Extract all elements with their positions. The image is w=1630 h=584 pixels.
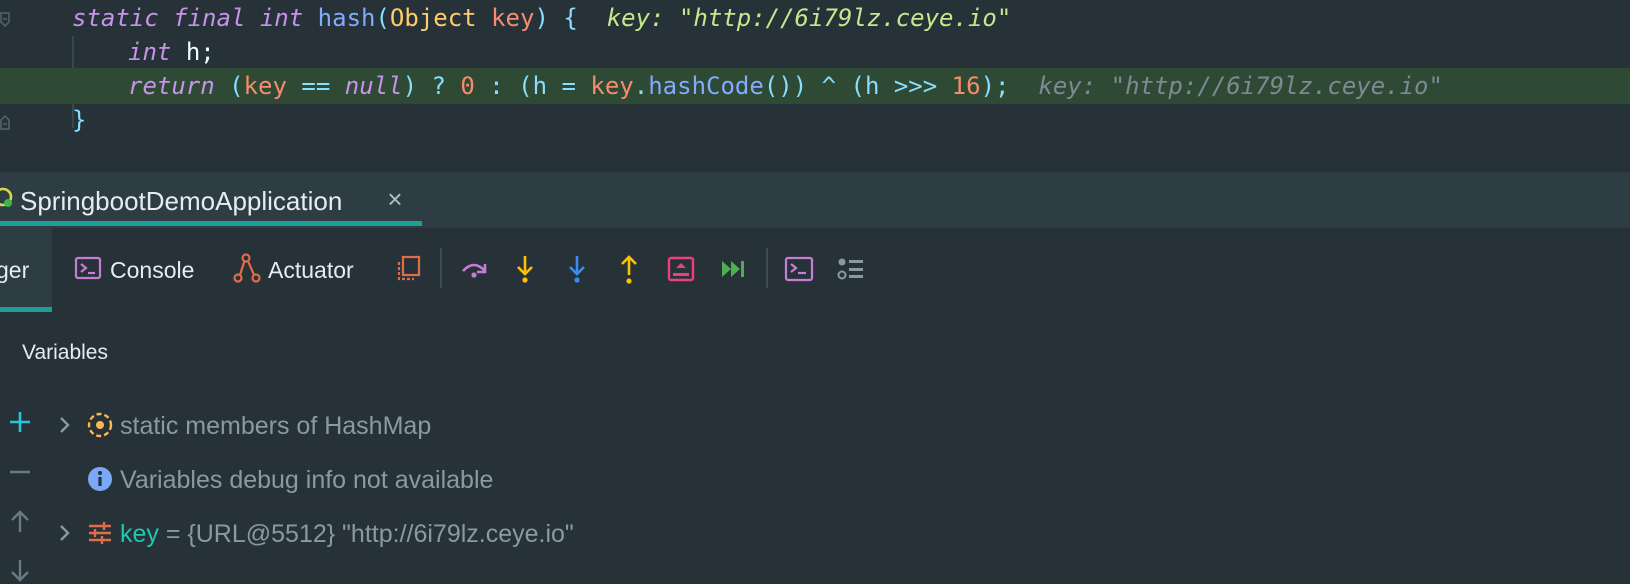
move-down-icon[interactable] — [6, 556, 34, 584]
tab-actuator[interactable]: Actuator — [232, 228, 372, 312]
run-tab-springboot-demo[interactable]: SpringbootDemoApplication × — [0, 172, 422, 228]
threads-icon[interactable] — [836, 253, 866, 285]
step-into-icon[interactable] — [510, 253, 540, 285]
step-over-icon[interactable] — [458, 253, 488, 285]
chevron-right-icon[interactable] — [56, 414, 74, 436]
inline-hint-value: "http://6i79lz.ceye.io" — [678, 4, 1012, 32]
code-line-method-signature[interactable]: static final int hash(Object key) { key:… — [0, 0, 1630, 36]
number-zero: 0 — [460, 72, 475, 100]
inline-hint-name: key: — [1038, 72, 1097, 100]
resume-icon[interactable] — [718, 253, 748, 285]
method-hashcode: hashCode — [648, 72, 764, 100]
spring-app-icon — [0, 186, 14, 208]
paren: ( — [375, 4, 390, 32]
list-item[interactable]: key = {URL@5512} "http://6i79lz.ceye.io" — [0, 514, 1000, 554]
code-line-current-execution[interactable]: return (key == null) ? 0 : (h = key.hash… — [0, 68, 1630, 104]
tab-console[interactable]: Console — [74, 228, 204, 312]
operator-colon: : (h = — [474, 72, 591, 100]
info-icon — [86, 465, 114, 493]
variables-title: Variables — [22, 341, 108, 364]
list-item[interactable]: Variables debug info not available — [0, 460, 1000, 500]
variables-panel: Variables static members of HashMap Vari… — [0, 312, 1630, 584]
tab-debugger[interactable]: ger — [0, 228, 52, 312]
statement-end: ); — [980, 72, 1010, 100]
code-line-closing-brace[interactable]: } — [0, 102, 1630, 138]
param-key: key — [590, 72, 634, 100]
variable-text: Variables debug info not available — [120, 466, 494, 494]
run-config-tabbar: SpringbootDemoApplication × — [0, 172, 1630, 228]
active-tab-indicator — [0, 221, 422, 226]
keyword-static: static — [72, 4, 159, 32]
param-key: key — [491, 4, 535, 32]
static-members-icon — [86, 411, 114, 439]
method-name: hash — [317, 4, 376, 32]
tab-console-label: Console — [110, 257, 195, 283]
variable-text: key = {URL@5512} "http://6i79lz.ceye.io" — [120, 518, 574, 550]
debugger-toolbar: ger Console Actuator — [0, 228, 1630, 312]
variable-name: key — [120, 520, 159, 548]
console-icon — [74, 254, 104, 286]
keyword-int: int — [259, 4, 304, 32]
operator-ternary: ) ? — [402, 72, 461, 100]
step-out-icon[interactable] — [614, 253, 644, 285]
force-step-into-icon[interactable] — [562, 253, 592, 285]
list-item[interactable]: static members of HashMap — [0, 406, 1000, 446]
toolbar-separator — [440, 248, 442, 288]
run-tab-label: SpringbootDemoApplication — [20, 186, 343, 216]
toolbar-separator — [766, 248, 768, 288]
variable-text: static members of HashMap — [120, 412, 432, 440]
type-object: Object — [389, 4, 477, 32]
tab-debugger-label: ger — [0, 257, 30, 283]
closing-brace: } — [72, 106, 87, 134]
actuator-icon — [232, 252, 262, 284]
run-to-cursor-icon[interactable] — [666, 253, 696, 285]
keyword-return: return — [128, 72, 215, 100]
field-icon — [86, 519, 114, 547]
number-sixteen: 16 — [951, 72, 981, 100]
tab-actuator-label: Actuator — [268, 257, 354, 283]
keyword-final: final — [173, 4, 246, 32]
paren: ( — [229, 72, 244, 100]
chevron-right-icon[interactable] — [56, 522, 74, 544]
paren-brace: ) { — [534, 4, 578, 32]
keyword-int: int — [128, 38, 172, 66]
operator-equals: == — [286, 72, 345, 100]
keyword-null: null — [344, 72, 403, 100]
code-line-declaration[interactable]: int h; — [0, 34, 1630, 70]
inline-hint-name: key: — [606, 4, 665, 32]
operator-dot: . — [633, 72, 649, 100]
param-key: key — [243, 72, 287, 100]
inline-hint-value: "http://6i79lz.ceye.io" — [1110, 72, 1443, 100]
evaluate-expression-icon[interactable] — [784, 253, 814, 285]
code-editor[interactable]: static final int hash(Object key) { key:… — [0, 0, 1630, 172]
operator-shift: ()) ^ (h >>> — [763, 72, 952, 100]
close-tab-icon[interactable]: × — [384, 186, 406, 212]
variable-h: h; — [185, 38, 215, 66]
frames-icon[interactable] — [394, 253, 424, 285]
variable-value: = {URL@5512} "http://6i79lz.ceye.io" — [158, 520, 574, 548]
